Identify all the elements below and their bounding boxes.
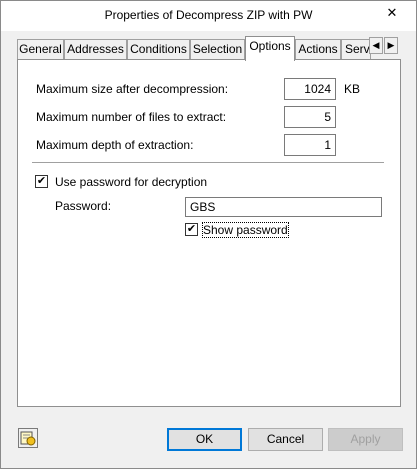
tab-general[interactable]: General xyxy=(17,39,64,60)
tab-conditions[interactable]: Conditions xyxy=(127,39,190,60)
tab-addresses[interactable]: Addresses xyxy=(64,39,127,60)
max-depth-input[interactable]: 1 xyxy=(284,134,336,156)
close-button[interactable]: ✕ xyxy=(374,2,410,23)
max-files-input[interactable]: 5 xyxy=(284,106,336,128)
tab-services[interactable]: Serv xyxy=(341,39,371,60)
apply-button[interactable]: Apply xyxy=(328,428,403,451)
window-title: Properties of Decompress ZIP with PW xyxy=(104,8,313,22)
password-label: Password: xyxy=(55,199,112,213)
tab-strip: General Addresses Conditions Selection O… xyxy=(17,36,401,61)
ok-button[interactable]: OK xyxy=(167,428,242,451)
tab-actions[interactable]: Actions xyxy=(295,39,341,60)
checkmark-icon: ✔ xyxy=(186,223,197,235)
use-password-checkbox[interactable]: ✔ xyxy=(35,175,48,188)
options-panel: Maximum size after decompression: 1024 K… xyxy=(17,59,401,407)
tab-selection[interactable]: Selection xyxy=(190,39,245,60)
separator xyxy=(32,162,384,163)
show-password-label[interactable]: Show password xyxy=(202,222,289,238)
cancel-button[interactable]: Cancel xyxy=(248,428,323,451)
title-bar[interactable]: Properties of Decompress ZIP with PW ✕ xyxy=(1,1,416,31)
max-size-input[interactable]: 1024 xyxy=(284,78,336,100)
properties-dialog: Properties of Decompress ZIP with PW ✕ G… xyxy=(0,0,417,469)
help-button[interactable] xyxy=(18,428,38,448)
max-depth-label: Maximum depth of extraction: xyxy=(36,138,194,152)
tab-scroll-right-button[interactable]: ▶ xyxy=(384,37,398,54)
checkmark-icon: ✔ xyxy=(36,175,47,187)
close-icon: ✕ xyxy=(386,5,398,20)
chevron-right-icon: ▶ xyxy=(387,40,395,50)
tab-scroll-left-button[interactable]: ◀ xyxy=(369,37,383,54)
tab-options[interactable]: Options xyxy=(245,36,295,61)
max-size-label: Maximum size after decompression: xyxy=(36,82,229,96)
password-input[interactable]: GBS xyxy=(185,197,382,217)
max-size-unit: KB xyxy=(344,82,361,96)
use-password-label[interactable]: Use password for decryption xyxy=(55,175,207,189)
help-icon xyxy=(20,431,36,446)
chevron-left-icon: ◀ xyxy=(372,40,380,50)
show-password-checkbox[interactable]: ✔ xyxy=(185,223,198,236)
max-files-label: Maximum number of files to extract: xyxy=(36,110,227,124)
